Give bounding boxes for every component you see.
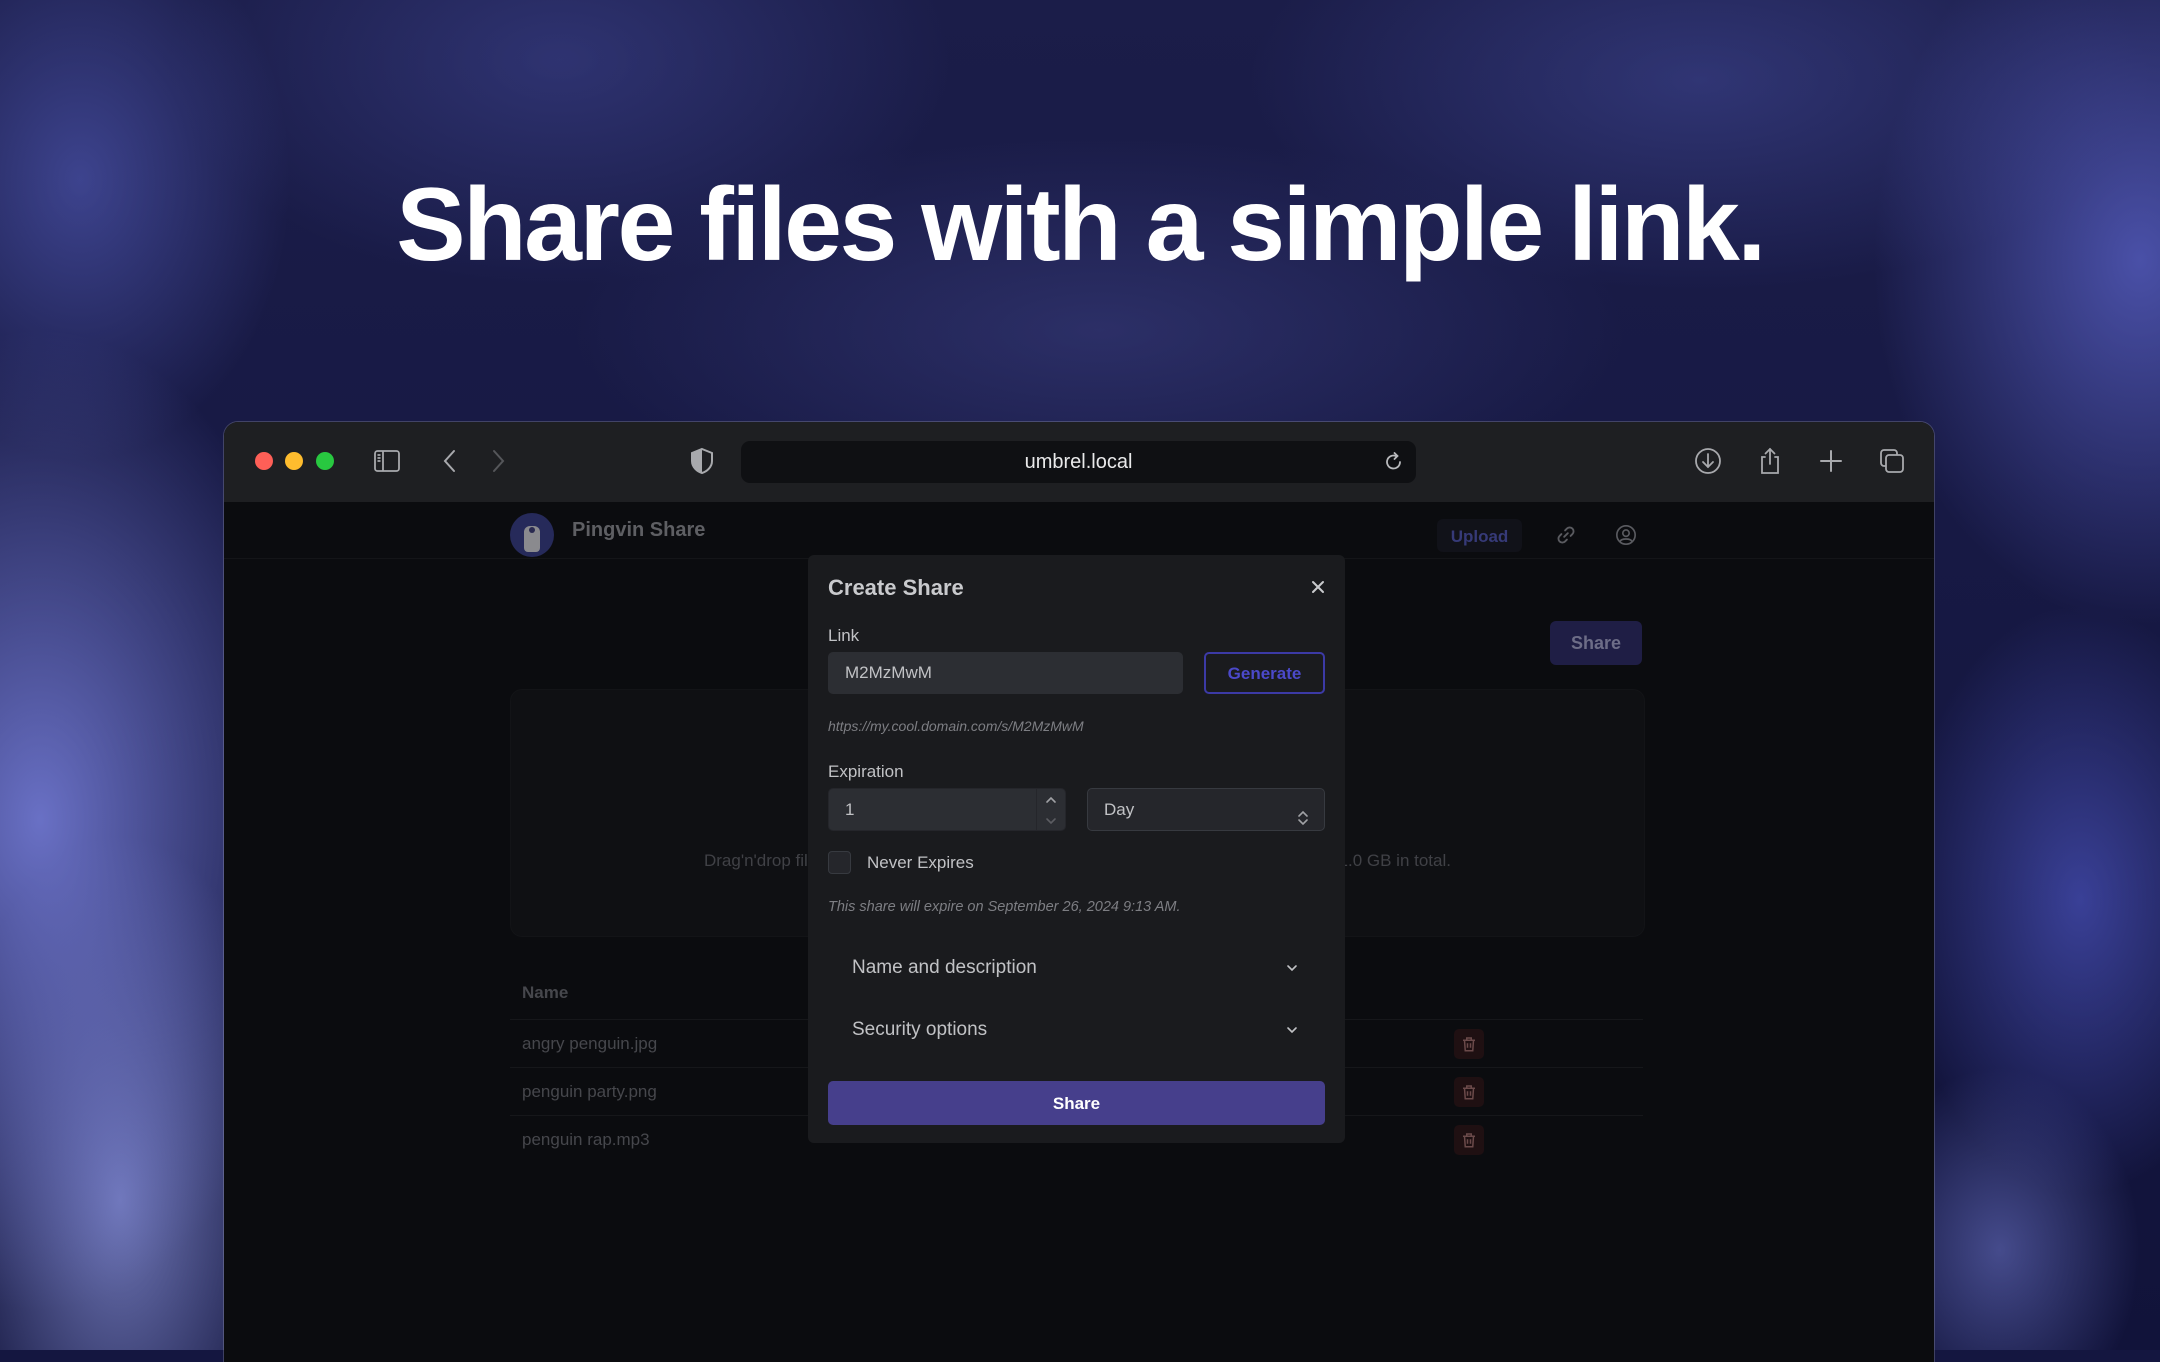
headline: Share files with a simple link. xyxy=(396,167,1766,283)
accordion-name-and-description[interactable]: Name and description xyxy=(828,938,1325,998)
browser-window: umbrel.local Pingvin Share Upload Share … xyxy=(224,422,1934,1362)
app-header: Pingvin Share Upload xyxy=(224,502,1934,559)
address-bar[interactable]: umbrel.local xyxy=(741,441,1416,483)
sidebar-icon[interactable] xyxy=(372,446,402,476)
upload-button[interactable]: Upload xyxy=(1437,519,1522,552)
generate-button[interactable]: Generate xyxy=(1204,652,1325,694)
link-input[interactable]: M2MzMwM xyxy=(828,652,1183,694)
file-name: penguin party.png xyxy=(522,1082,657,1101)
close-icon[interactable] xyxy=(1308,577,1328,597)
chevron-down-icon xyxy=(1285,961,1299,975)
increment-icon[interactable] xyxy=(1037,789,1065,810)
url-text: umbrel.local xyxy=(1024,451,1133,473)
expiry-note: This share will expire on September 26, … xyxy=(828,899,1181,915)
number-stepper[interactable] xyxy=(1036,789,1065,830)
expiration-unit-value: Day xyxy=(1104,800,1135,819)
chevron-down-icon xyxy=(1285,1023,1299,1037)
modal-title: Create Share xyxy=(828,575,964,600)
delete-button[interactable] xyxy=(1454,1125,1484,1155)
expiration-unit-select[interactable]: Day xyxy=(1087,788,1325,831)
download-icon[interactable] xyxy=(1693,446,1723,476)
browser-toolbar: umbrel.local xyxy=(224,422,1934,503)
share-icon[interactable] xyxy=(1755,446,1785,476)
select-chevrons-icon xyxy=(1296,801,1310,826)
expiration-number-input[interactable]: 1 xyxy=(828,788,1066,831)
forward-icon[interactable] xyxy=(483,446,513,476)
pingvin-share-app: Pingvin Share Upload Share Drag'n'drop f… xyxy=(224,502,1934,1362)
accordion-label: Security options xyxy=(852,1019,988,1040)
file-name: angry penguin.jpg xyxy=(522,1034,658,1053)
delete-button[interactable] xyxy=(1454,1077,1484,1107)
share-button[interactable]: Share xyxy=(828,1081,1325,1125)
expiration-label: Expiration xyxy=(828,762,904,781)
accordion-security-options[interactable]: Security options xyxy=(828,1000,1325,1060)
tabs-overview-icon[interactable] xyxy=(1877,446,1907,476)
share-button-background[interactable]: Share xyxy=(1550,621,1642,665)
column-header-name: Name xyxy=(522,983,569,1002)
link-icon[interactable] xyxy=(1555,524,1577,546)
file-name: penguin rap.mp3 xyxy=(522,1130,650,1149)
decrement-icon[interactable] xyxy=(1037,810,1065,831)
never-expires-checkbox[interactable] xyxy=(828,851,851,874)
app-title[interactable]: Pingvin Share xyxy=(572,519,705,542)
link-preview: https://my.cool.domain.com/s/M2MzMwM xyxy=(828,718,1084,734)
reload-icon[interactable] xyxy=(1382,450,1406,474)
create-share-modal: Create Share Link M2MzMwM Generate https… xyxy=(808,555,1345,1143)
close-window-button[interactable] xyxy=(255,452,273,470)
minimize-window-button[interactable] xyxy=(285,452,303,470)
user-icon[interactable] xyxy=(1615,524,1637,546)
new-tab-icon[interactable] xyxy=(1816,446,1846,476)
back-icon[interactable] xyxy=(435,446,465,476)
link-label: Link xyxy=(828,626,860,645)
zoom-window-button[interactable] xyxy=(316,452,334,470)
pingvin-logo-icon[interactable] xyxy=(510,513,554,557)
accordion-label: Name and description xyxy=(852,957,1037,978)
shield-icon[interactable] xyxy=(687,446,717,476)
never-expires-label[interactable]: Never Expires xyxy=(867,853,974,873)
expiration-value: 1 xyxy=(845,800,855,819)
delete-button[interactable] xyxy=(1454,1029,1484,1059)
